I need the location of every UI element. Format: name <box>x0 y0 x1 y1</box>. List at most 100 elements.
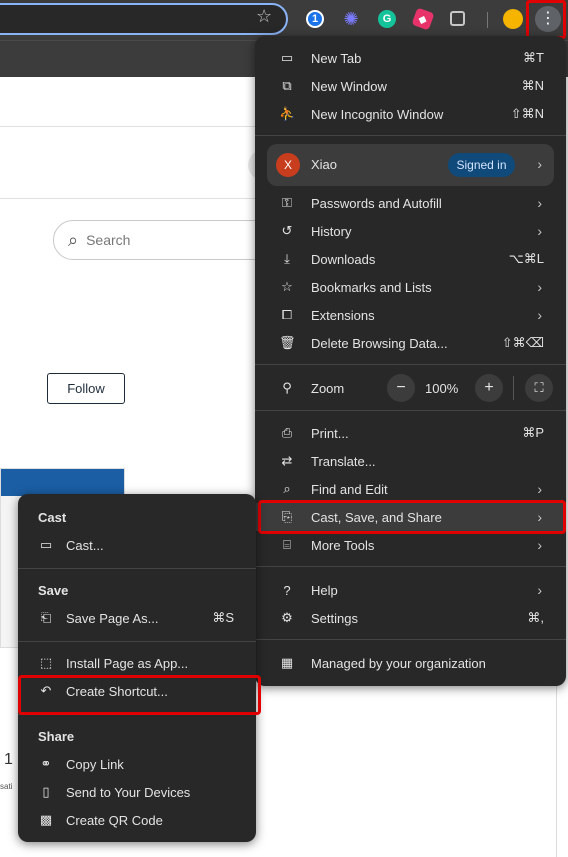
fullscreen-icon[interactable]: ⛶ <box>525 374 553 402</box>
menu-shortcut: ⌥⌘L <box>508 251 544 266</box>
extensions-puzzle-icon[interactable] <box>450 11 465 26</box>
menu-shortcut: ⌘N <box>521 78 544 93</box>
gear-icon: ⚙ <box>281 610 293 625</box>
menu-item-history[interactable]: ↺ History › <box>255 217 566 245</box>
menu-label: Copy Link <box>66 756 124 772</box>
menu-shortcut: ⌘T <box>523 50 544 65</box>
menu-item-find-edit[interactable]: ⌕ Find and Edit › <box>255 475 566 503</box>
help-icon: ? <box>283 582 291 598</box>
menu-divider <box>255 566 566 567</box>
chevron-right-icon: › <box>537 307 542 323</box>
chevron-right-icon: › <box>537 537 542 553</box>
menu-label: More Tools <box>311 537 375 553</box>
menu-label: History <box>311 223 352 239</box>
find-page-icon: ⌕ <box>283 481 291 496</box>
menu-item-new-incognito[interactable]: ⛹ New Incognito Window ⇧⌘N <box>255 100 566 128</box>
bookmark-star-icon[interactable]: ☆ <box>256 7 272 25</box>
building-icon: ▦ <box>280 655 294 670</box>
cast-save-share-submenu: Cast ▭ Cast... Save ⎗ Save Page As... ⌘S… <box>18 494 256 842</box>
grammarly-extension-icon[interactable]: G <box>378 10 396 28</box>
menu-shortcut: ⌘, <box>527 610 544 625</box>
follow-button[interactable]: Follow <box>47 373 125 404</box>
incognito-icon: ⛹ <box>279 106 296 121</box>
puzzle-icon: ⧠ <box>281 307 293 322</box>
trash-icon: 🗑 <box>279 335 296 350</box>
menu-item-extensions[interactable]: ⧠ Extensions › <box>255 301 566 329</box>
qr-code-icon: ▩ <box>39 812 53 827</box>
zoom-icon: ⚲ <box>282 380 292 395</box>
translate-icon: ⇄ <box>281 453 293 468</box>
menu-label: New Window <box>311 78 387 94</box>
download-icon: ⤓ <box>284 251 290 266</box>
zoom-divider <box>513 376 514 400</box>
devices-icon: ▯ <box>42 784 50 799</box>
menu-item-delete-data[interactable]: 🗑 Delete Browsing Data... ⇧⌘⌫ <box>255 329 566 357</box>
menu-item-translate[interactable]: ⇄ Translate... <box>255 447 566 475</box>
address-bar[interactable] <box>0 3 288 35</box>
menu-item-save-page-as[interactable]: ⎗ Save Page As... ⌘S <box>18 604 256 632</box>
chevron-right-icon: › <box>537 582 542 598</box>
menu-item-passwords[interactable]: ⚿ Passwords and Autofill › <box>255 189 566 217</box>
menu-item-downloads[interactable]: ⤓ Downloads ⌥⌘L <box>255 245 566 273</box>
browser-toolbar: ☆ 1 ✺ G ◆ ⋮ <box>0 0 568 40</box>
menu-item-create-qr[interactable]: ▩ Create QR Code <box>18 806 256 834</box>
menu-label: Save Page As... <box>66 610 159 626</box>
menu-label: Translate... <box>311 453 376 469</box>
menu-item-send-devices[interactable]: ▯ Send to Your Devices <box>18 778 256 806</box>
search-icon: ⌕ <box>68 229 79 250</box>
menu-label: Help <box>311 582 338 598</box>
chevron-right-icon: › <box>537 223 542 239</box>
cast-save-share-highlight <box>258 500 566 534</box>
chevron-right-icon: › <box>537 156 542 172</box>
menu-shortcut: ⇧⌘⌫ <box>501 335 544 350</box>
chrome-main-menu: ▭ New Tab ⌘T ⧉ New Window ⌘N ⛹ New Incog… <box>255 36 566 686</box>
menu-item-help[interactable]: ? Help › <box>255 576 566 604</box>
profile-avatar[interactable] <box>503 9 523 29</box>
key-icon: ⚿ <box>282 195 292 210</box>
menu-label: Delete Browsing Data... <box>311 335 448 351</box>
menu-item-managed[interactable]: ▦ Managed by your organization <box>255 649 566 677</box>
star-icon: ☆ <box>281 279 293 294</box>
password-manager-extension-icon[interactable]: 1 <box>306 10 324 28</box>
menu-button-highlight <box>526 0 566 39</box>
menu-divider <box>255 410 566 411</box>
menu-label: New Incognito Window <box>311 106 444 122</box>
new-tab-icon: ▭ <box>280 50 294 65</box>
create-shortcut-highlight <box>18 675 261 715</box>
menu-item-settings[interactable]: ⚙ Settings ⌘, <box>255 604 566 632</box>
menu-label: Find and Edit <box>311 481 388 497</box>
menu-item-new-window[interactable]: ⧉ New Window ⌘N <box>255 72 566 100</box>
sparkle-extension-icon[interactable]: ✺ <box>342 9 360 29</box>
menu-divider <box>255 364 566 365</box>
menu-item-print[interactable]: ⎙ Print... ⌘P <box>255 419 566 447</box>
new-window-icon: ⧉ <box>282 78 292 93</box>
zoom-level: 100% <box>425 381 459 396</box>
zoom-out-button[interactable]: − <box>387 374 415 402</box>
install-app-icon: ⬚ <box>39 655 53 670</box>
menu-item-copy-link[interactable]: ⚭ Copy Link <box>18 750 256 778</box>
signed-in-badge: Signed in <box>448 153 515 177</box>
page-number: 1 <box>4 751 13 768</box>
menu-label: Managed by your organization <box>311 655 486 671</box>
menu-label: Settings <box>311 610 358 626</box>
profile-row[interactable]: X Xiao Signed in › <box>267 144 554 186</box>
history-icon: ↺ <box>281 223 293 238</box>
menu-item-bookmarks[interactable]: ☆ Bookmarks and Lists › <box>255 273 566 301</box>
menu-item-more-tools[interactable]: ⌸ More Tools › <box>255 531 566 559</box>
menu-divider <box>18 641 256 642</box>
menu-item-cast[interactable]: ▭ Cast... <box>18 531 256 559</box>
toolbar-divider <box>487 12 488 28</box>
search-placeholder: Search <box>86 232 131 248</box>
menu-label: Extensions <box>311 307 375 323</box>
save-file-icon: ⎗ <box>40 610 52 625</box>
menu-shortcut: ⌘S <box>212 610 234 625</box>
share-section-header: Share <box>38 729 75 744</box>
menu-item-new-tab[interactable]: ▭ New Tab ⌘T <box>255 44 566 72</box>
page-snippet: sati <box>0 782 13 791</box>
cast-icon: ▭ <box>39 537 53 552</box>
tag-extension-icon[interactable]: ◆ <box>411 7 435 31</box>
zoom-in-button[interactable]: + <box>475 374 503 402</box>
chevron-right-icon: › <box>537 195 542 211</box>
cast-section-header: Cast <box>38 510 67 525</box>
menu-item-install-app[interactable]: ⬚ Install Page as App... <box>18 649 256 677</box>
